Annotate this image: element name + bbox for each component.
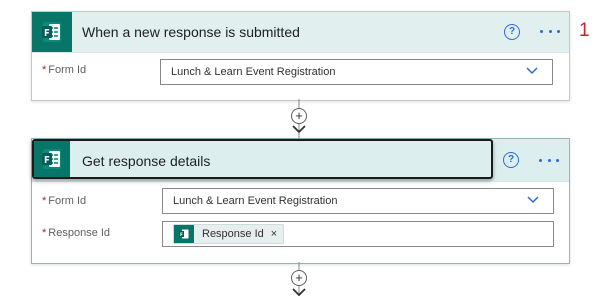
action-title: Get response details	[82, 153, 211, 169]
more-options-icon[interactable]	[537, 150, 561, 170]
action-card-header[interactable]: Get response details ?	[32, 139, 569, 182]
trigger-title: When a new response is submitted	[82, 24, 300, 40]
chevron-down-icon	[526, 67, 538, 75]
microsoft-forms-icon	[34, 141, 70, 177]
more-options-icon[interactable]	[538, 21, 562, 41]
token-label: Response Id	[202, 228, 264, 240]
microsoft-forms-icon	[32, 12, 72, 52]
form-id-label: * Form Id	[42, 64, 87, 76]
microsoft-forms-icon	[174, 225, 194, 243]
dynamic-content-token[interactable]: Response Id ×	[173, 224, 285, 244]
help-icon[interactable]: ?	[503, 152, 519, 168]
flow-canvas: When a new response is submitted ? * Form…	[0, 0, 601, 296]
trigger-card-header[interactable]: When a new response is submitted ?	[32, 12, 569, 53]
arrow-down-icon	[292, 288, 306, 296]
step-number-annotation: 1	[579, 20, 590, 41]
form-id-dropdown[interactable]: Lunch & Learn Event Registration	[160, 59, 553, 85]
arrow-down-icon	[292, 125, 306, 134]
add-step-icon[interactable]: +	[291, 108, 307, 124]
help-icon[interactable]: ?	[504, 24, 520, 40]
form-id-value: Lunch & Learn Event Registration	[173, 195, 338, 207]
form-id-label: * Form Id	[42, 195, 87, 207]
response-id-input[interactable]: Response Id ×	[162, 221, 554, 247]
chevron-down-icon	[527, 196, 539, 204]
remove-token-icon[interactable]: ×	[271, 228, 277, 240]
form-id-dropdown[interactable]: Lunch & Learn Event Registration	[162, 188, 554, 214]
response-id-label: * Response Id	[42, 227, 111, 239]
action-card: Get response details ? * Form Id Lunch & …	[31, 138, 570, 264]
form-id-value: Lunch & Learn Event Registration	[171, 66, 336, 78]
trigger-card: When a new response is submitted ? * Form…	[31, 11, 570, 101]
add-step-icon[interactable]: +	[291, 270, 307, 286]
